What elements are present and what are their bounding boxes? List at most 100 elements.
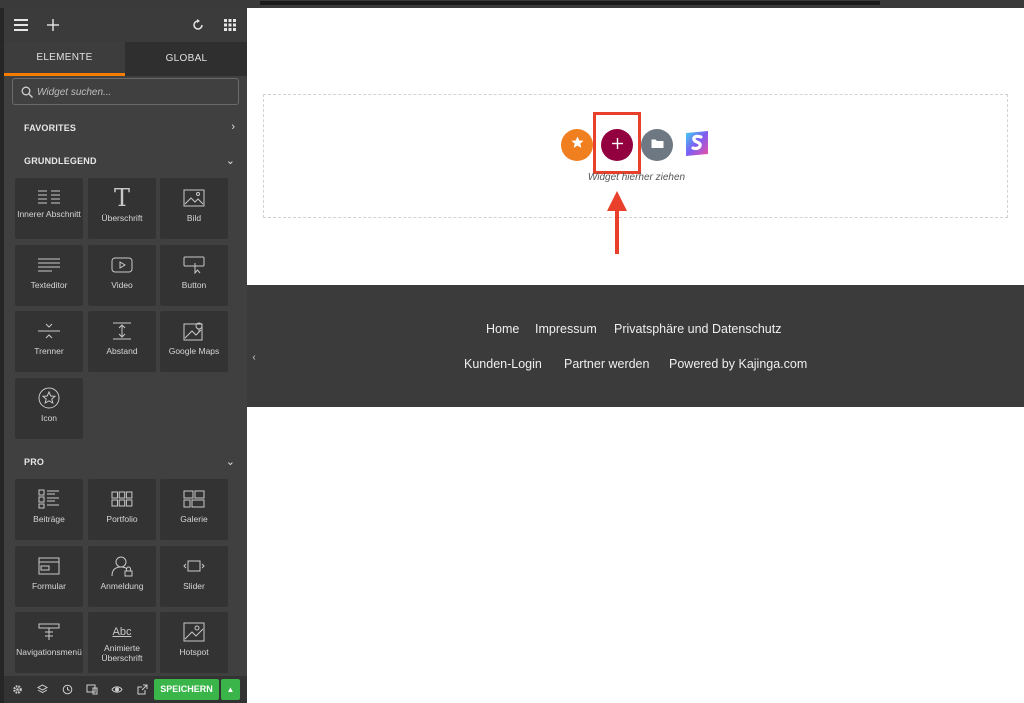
widget-login[interactable]: Anmeldung <box>88 546 156 607</box>
section-pro-label: PRO <box>24 457 45 467</box>
preview-icon[interactable] <box>110 682 124 696</box>
widget-gallery[interactable]: Galerie <box>160 479 228 540</box>
footer-link-powered-by[interactable]: Powered by Kajinga.com <box>669 357 807 371</box>
history-icon[interactable] <box>60 682 74 696</box>
widget-label: Überschrift <box>101 213 143 223</box>
widget-label: Hotspot <box>179 647 209 657</box>
section-basic-label: GRUNDLEGEND <box>24 156 97 166</box>
section-favorites-label: FAVORITES <box>24 123 77 133</box>
widget-animated-heading[interactable]: Abc Animierte Überschrift <box>88 612 156 673</box>
widget-label: Anmeldung <box>100 581 144 591</box>
drop-zone-text: Widget hierher ziehen <box>587 172 686 183</box>
widget-inner-section[interactable]: Innerer Abschnitt <box>15 178 83 239</box>
form-icon <box>15 554 83 578</box>
annotation-arrow <box>615 206 619 254</box>
folder-icon <box>651 136 664 154</box>
animated-heading-icon: Abc <box>112 626 132 638</box>
add-from-library-button[interactable] <box>641 129 673 161</box>
responsive-icon[interactable] <box>85 682 99 696</box>
section-basic[interactable]: GRUNDLEGEND ⌄ <box>4 151 247 173</box>
collapse-sidebar-button[interactable]: ‹ <box>247 343 261 371</box>
widget-heading[interactable]: T Überschrift <box>88 178 156 239</box>
settings-icon[interactable] <box>10 682 24 696</box>
heading-icon: T <box>113 184 130 212</box>
widget-label: Formular <box>31 581 66 591</box>
layers-icon[interactable] <box>35 682 49 696</box>
widget-text-editor[interactable]: Texteditor <box>15 245 83 306</box>
refresh-icon[interactable] <box>189 16 207 34</box>
widget-label: Slider <box>183 581 205 591</box>
chevron-left-icon: ‹ <box>252 351 256 363</box>
sidebar-tabs: ELEMENTE GLOBAL <box>4 42 247 76</box>
widget-label: Button <box>181 280 207 290</box>
sidebar-footer: SPEICHERN ▲ <box>4 676 247 703</box>
portfolio-icon <box>88 487 156 511</box>
star-icon <box>15 386 83 410</box>
site-footer: Home Impressum Privatsphäre und Datensch… <box>247 285 1024 407</box>
window-top-strip <box>0 0 1024 8</box>
widget-nav-menu[interactable]: Navigationsmenü <box>15 612 83 673</box>
widget-icon[interactable]: Icon <box>15 378 83 439</box>
widget-hotspot[interactable]: Hotspot <box>160 612 228 673</box>
star-icon <box>570 136 584 154</box>
widget-label: Google Maps <box>168 346 220 356</box>
video-icon <box>88 253 156 277</box>
external-link-icon[interactable] <box>135 682 149 696</box>
plugin-s-button[interactable] <box>681 129 713 161</box>
slider-icon <box>160 554 228 578</box>
grid-icon[interactable] <box>221 16 239 34</box>
move-icon[interactable] <box>44 16 62 34</box>
tab-elements[interactable]: ELEMENTE <box>4 42 125 76</box>
text-editor-icon <box>15 253 83 277</box>
chevron-down-icon: ⌄ <box>225 456 235 468</box>
widget-image[interactable]: Bild <box>160 178 228 239</box>
drop-zone[interactable]: Widget hierher ziehen <box>263 94 1008 218</box>
widget-posts[interactable]: Beiträge <box>15 479 83 540</box>
image-icon <box>160 186 228 210</box>
editor-canvas: Widget hierher ziehen Home Impressum Pri… <box>247 8 1024 703</box>
hamburger-icon[interactable] <box>12 16 30 34</box>
search-icon <box>21 85 33 98</box>
section-favorites[interactable]: FAVORITES › <box>4 118 247 140</box>
highlight-box <box>593 112 641 174</box>
save-button[interactable]: SPEICHERN <box>154 679 219 700</box>
widget-google-maps[interactable]: Google Maps <box>160 311 228 372</box>
widget-slider[interactable]: Slider <box>160 546 228 607</box>
add-template-button[interactable] <box>561 129 593 161</box>
widget-label: Video <box>111 280 133 290</box>
footer-link-impressum[interactable]: Impressum <box>535 322 597 336</box>
widget-spacer[interactable]: Abstand <box>88 311 156 372</box>
footer-link-customer-login[interactable]: Kunden-Login <box>464 357 542 371</box>
widget-label: Beiträge <box>33 514 65 524</box>
widget-label: Navigationsmenü <box>16 647 82 657</box>
widget-portfolio[interactable]: Portfolio <box>88 479 156 540</box>
section-pro[interactable]: PRO ⌄ <box>4 452 247 474</box>
plugin-s-logo-icon <box>682 128 712 163</box>
widget-label: Trenner <box>34 346 64 356</box>
chevron-down-icon: ⌄ <box>225 155 235 167</box>
tab-global[interactable]: GLOBAL <box>126 42 247 76</box>
editor-sidebar: ELEMENTE GLOBAL FAVORITES › GRUNDLEGEND … <box>4 8 247 703</box>
widget-button[interactable]: Button <box>160 245 228 306</box>
sidebar-header <box>4 8 247 42</box>
widget-label: Bild <box>186 213 202 223</box>
widget-label: Animierte Überschrift <box>101 643 143 663</box>
footer-link-privacy[interactable]: Privatsphäre und Datenschutz <box>614 322 781 336</box>
button-icon <box>160 253 228 277</box>
login-icon <box>88 554 156 578</box>
widget-video[interactable]: Video <box>88 245 156 306</box>
widget-form[interactable]: Formular <box>15 546 83 607</box>
widget-label: Portfolio <box>106 514 138 524</box>
divider-icon <box>15 319 83 343</box>
footer-link-home[interactable]: Home <box>486 322 519 336</box>
spacer-icon <box>88 319 156 343</box>
widget-label: Icon <box>40 413 58 423</box>
widget-label: Texteditor <box>30 280 68 290</box>
widget-label: Galerie <box>180 514 208 524</box>
save-options-button[interactable]: ▲ <box>221 679 240 700</box>
nav-menu-icon <box>15 620 83 644</box>
search-input[interactable] <box>37 82 235 102</box>
widget-divider[interactable]: Trenner <box>15 311 83 372</box>
footer-link-become-partner[interactable]: Partner werden <box>564 357 649 371</box>
widget-label: Abstand <box>106 346 138 356</box>
